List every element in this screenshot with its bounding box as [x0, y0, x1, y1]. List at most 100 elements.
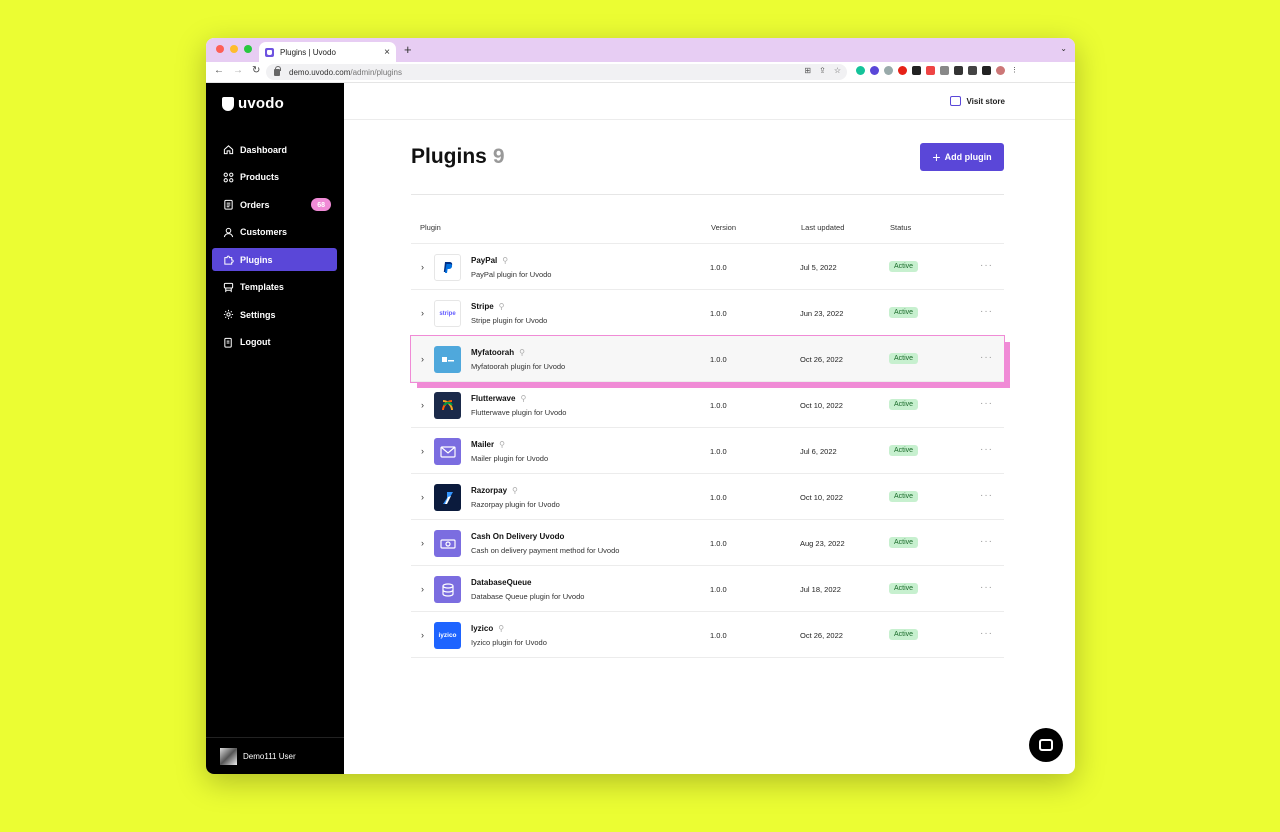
razorpay-logo-icon — [434, 484, 461, 511]
clipboard-icon — [222, 199, 234, 211]
status-badge: Active — [889, 353, 919, 364]
more-actions-icon[interactable]: ··· — [980, 260, 993, 271]
orders-count-badge: 68 — [311, 198, 331, 211]
more-actions-icon[interactable]: ··· — [980, 628, 993, 639]
plugin-version: 1.0.0 — [710, 493, 727, 502]
browser-window: Plugins | Uvodo × + ⌄ ← → ↻ demo.uvodo.c… — [206, 38, 1075, 774]
visit-store-link[interactable]: Visit store — [950, 96, 1005, 106]
chevron-right-icon[interactable]: › — [421, 538, 424, 548]
plugin-version: 1.0.0 — [710, 631, 727, 640]
plugin-last-updated: Aug 23, 2022 — [800, 539, 845, 548]
table-row[interactable]: › Flutterwave ⚲ Flutterwave plugin for Uv… — [411, 382, 1004, 428]
status-badge: Active — [889, 445, 919, 456]
user-menu[interactable]: Demo111 User — [206, 737, 344, 774]
grammarly-extension-icon[interactable] — [856, 66, 865, 75]
sidebar-item-templates[interactable]: Templates — [212, 276, 337, 299]
page-header: Plugins 9 + Add plugin — [411, 143, 1004, 195]
puzzle-extensions-icon[interactable] — [954, 66, 963, 75]
table-row[interactable]: › Mailer ⚲ Mailer plugin for Uvodo 1.0.0 … — [411, 428, 1004, 474]
maximize-window-button[interactable] — [244, 45, 252, 53]
plugin-name-text: Mailer — [471, 440, 495, 449]
pin-icon: ⚲ — [519, 348, 525, 357]
plugin-description: Flutterwave plugin for Uvodo — [471, 408, 567, 417]
brand-logo[interactable]: uvodo — [222, 95, 284, 112]
plugin-description: Razorpay plugin for Uvodo — [471, 500, 560, 509]
more-actions-icon[interactable]: ··· — [980, 536, 993, 547]
new-tab-button[interactable]: + — [404, 42, 412, 57]
extension-icon[interactable] — [884, 66, 893, 75]
camera-extension-icon[interactable] — [940, 66, 949, 75]
tab-close-icon[interactable]: × — [384, 47, 390, 58]
more-actions-icon[interactable]: ··· — [980, 306, 993, 317]
plugin-last-updated: Jul 18, 2022 — [800, 585, 841, 594]
chevron-right-icon[interactable]: › — [421, 354, 424, 364]
browser-menu-icon[interactable]: ⋮ — [1010, 66, 1019, 75]
sidebar-item-dashboard[interactable]: Dashboard — [212, 138, 337, 161]
chevron-right-icon[interactable]: › — [421, 308, 424, 318]
table-row[interactable]: › PayPal ⚲ PayPal plugin for Uvodo 1.0.0 … — [411, 244, 1004, 290]
table-row[interactable]: › Myfatoorah ⚲ Myfatoorah plugin for Uvod… — [410, 335, 1005, 383]
reload-icon[interactable]: ↻ — [252, 65, 260, 76]
plugin-description: Iyzico plugin for Uvodo — [471, 638, 547, 647]
chevron-right-icon[interactable]: › — [421, 492, 424, 502]
chevron-right-icon[interactable]: › — [421, 584, 424, 594]
chat-icon — [1039, 739, 1053, 751]
chevron-right-icon[interactable]: › — [421, 446, 424, 456]
more-actions-icon[interactable]: ··· — [980, 352, 993, 363]
status-badge: Active — [889, 261, 919, 272]
chevron-right-icon[interactable]: › — [421, 630, 424, 640]
chat-launcher-button[interactable] — [1029, 728, 1063, 762]
reading-list-icon[interactable] — [968, 66, 977, 75]
chevron-right-icon[interactable]: › — [421, 400, 424, 410]
minimize-window-button[interactable] — [230, 45, 238, 53]
profile-avatar-icon[interactable] — [996, 66, 1005, 75]
tab-search-chevron-icon[interactable]: ⌄ — [1060, 44, 1067, 53]
table-row[interactable]: › DatabaseQueue Database Queue plugin fo… — [411, 566, 1004, 612]
sidebar-item-settings[interactable]: Settings — [212, 303, 337, 326]
page-title-text: Plugins — [411, 145, 487, 168]
table-row[interactable]: › iyzico Iyzico ⚲ Iyzico plugin for Uvodo… — [411, 612, 1004, 658]
address-bar[interactable]: demo.uvodo.com/admin/plugins ⊞ ⇪ ☆ — [266, 64, 847, 80]
sidebar-item-label: Logout — [240, 337, 271, 347]
sidebar: uvodo Dashboard Products Orders 68 Custo… — [206, 83, 344, 774]
plugin-name: Cash On Delivery Uvodo — [471, 532, 564, 541]
add-plugin-button[interactable]: + Add plugin — [920, 143, 1004, 171]
more-actions-icon[interactable]: ··· — [980, 398, 993, 409]
more-actions-icon[interactable]: ··· — [980, 582, 993, 593]
sidebar-item-label: Customers — [240, 227, 288, 237]
sidebar-item-products[interactable]: Products — [212, 166, 337, 189]
table-row[interactable]: › stripe Stripe ⚲ Stripe plugin for Uvodo… — [411, 290, 1004, 336]
status-badge: Active — [889, 629, 919, 640]
more-actions-icon[interactable]: ··· — [980, 490, 993, 501]
sidebar-item-customers[interactable]: Customers — [212, 221, 337, 244]
status-badge: Active — [889, 491, 919, 502]
plugin-description: Myfatoorah plugin for Uvodo — [471, 362, 566, 371]
sidebar-item-plugins[interactable]: Plugins — [212, 248, 337, 271]
close-window-button[interactable] — [216, 45, 224, 53]
more-actions-icon[interactable]: ··· — [980, 444, 993, 455]
top-bar: Visit store — [344, 83, 1075, 120]
play-extension-icon[interactable] — [898, 66, 907, 75]
pin-icon: ⚲ — [512, 486, 518, 495]
plugin-name-text: PayPal — [471, 256, 498, 265]
table-row[interactable]: › Cash On Delivery Uvodo Cash on deliver… — [411, 520, 1004, 566]
chevron-right-icon[interactable]: › — [421, 262, 424, 272]
share-icon[interactable]: ⇪ — [819, 66, 826, 75]
bookmark-star-icon[interactable]: ☆ — [834, 66, 841, 75]
pin-icon: ⚲ — [498, 624, 505, 633]
stripe-logo-icon: stripe — [434, 300, 461, 327]
puzzle-icon — [222, 254, 234, 266]
sidebar-item-orders[interactable]: Orders 68 — [212, 193, 337, 216]
extension-icon[interactable] — [926, 66, 935, 75]
side-panel-icon[interactable] — [982, 66, 991, 75]
sidebar-item-logout[interactable]: Logout — [212, 331, 337, 354]
browser-tab[interactable]: Plugins | Uvodo × — [259, 42, 396, 62]
translate-icon[interactable]: ⊞ — [804, 66, 811, 75]
forward-arrow-icon[interactable]: → — [233, 65, 243, 76]
extension-icon[interactable] — [870, 66, 879, 75]
plugins-count: 9 — [492, 145, 505, 168]
back-arrow-icon[interactable]: ← — [214, 65, 224, 76]
plugin-last-updated: Oct 10, 2022 — [800, 401, 843, 410]
resize-extension-icon[interactable] — [912, 66, 921, 75]
table-row[interactable]: › Razorpay ⚲ Razorpay plugin for Uvodo 1.… — [411, 474, 1004, 520]
